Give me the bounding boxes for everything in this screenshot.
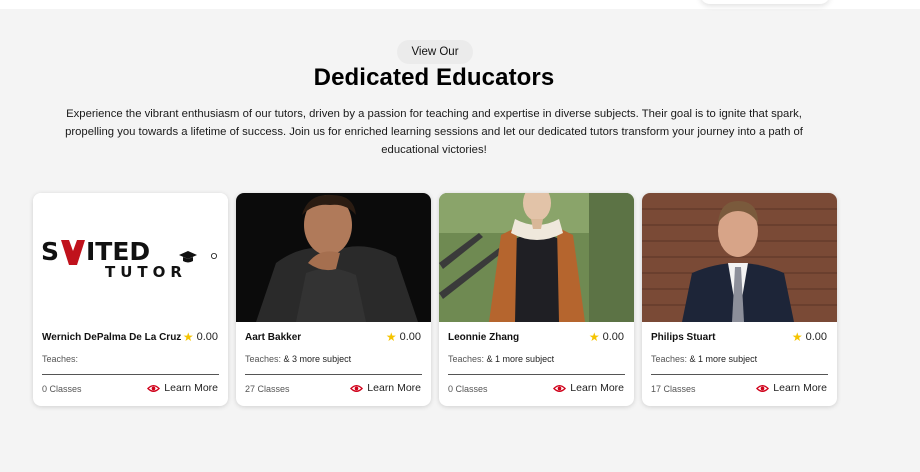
tutor-card[interactable]: Philips Stuart ★ 0.00 Teaches: & 1 more … <box>642 193 837 406</box>
philips-stuart-photo <box>642 193 837 322</box>
teaches-label: Teaches: <box>42 354 79 364</box>
tutor-teaches: Teaches: & 1 more subject <box>651 354 757 364</box>
card-divider <box>448 374 625 375</box>
star-icon: ★ <box>182 330 194 344</box>
tutor-classes: 0 Classes <box>448 384 488 394</box>
tutor-name[interactable]: Philips Stuart <box>651 332 715 343</box>
tutor-rating: ★ 0.00 <box>386 331 421 343</box>
section-title: Dedicated Educators <box>313 64 555 91</box>
card-divider <box>42 374 219 375</box>
learn-more-button[interactable]: Learn More <box>553 382 624 394</box>
learn-more-label[interactable]: Learn More <box>570 382 624 394</box>
card-divider <box>245 374 422 375</box>
aart-bakker-photo <box>236 193 431 322</box>
tutor-teaches: Teaches: & 1 more subject <box>448 354 554 364</box>
teaches-label: Teaches: <box>245 354 282 364</box>
header-strip <box>0 0 920 9</box>
eye-icon <box>350 384 364 392</box>
tutor-rating: ★ 0.00 <box>589 331 624 343</box>
tutor-photo[interactable] <box>642 193 837 322</box>
learn-more-label[interactable]: Learn More <box>164 382 218 394</box>
rating-value: 0.00 <box>399 331 421 343</box>
suited-tutor-logo-image: S ITED TUTOR <box>41 237 217 281</box>
rating-value: 0.00 <box>602 331 624 343</box>
learn-more-label[interactable]: Learn More <box>367 382 421 394</box>
teaches-more: & 3 more subject <box>283 354 352 364</box>
tutor-classes: 17 Classes <box>651 384 696 394</box>
svg-text:S: S <box>41 237 59 266</box>
tutor-rating: ★ 0.00 <box>792 331 827 343</box>
svg-text:ITED: ITED <box>86 237 150 266</box>
eye-icon <box>553 384 567 392</box>
rating-value: 0.00 <box>196 331 218 343</box>
tutor-name[interactable]: Aart Bakker <box>245 332 301 343</box>
graduation-cap-icon <box>179 251 197 263</box>
star-icon: ★ <box>588 330 600 344</box>
eye-icon <box>147 384 161 392</box>
tutor-card[interactable]: Leonnie Zhang ★ 0.00 Teaches: & 1 more s… <box>439 193 634 406</box>
tutor-name[interactable]: Wernich DePalma De La Cruz <box>42 332 181 343</box>
tutor-rating: ★ 0.00 <box>183 331 218 343</box>
teaches-more: & 1 more subject <box>689 354 758 364</box>
card-divider <box>651 374 828 375</box>
learn-more-label[interactable]: Learn More <box>773 382 827 394</box>
tutor-classes: 0 Classes <box>42 384 82 394</box>
tutor-photo[interactable]: S ITED TUTOR <box>33 193 228 322</box>
svg-text:TUTOR: TUTOR <box>105 263 187 281</box>
star-icon: ★ <box>385 330 397 344</box>
teaches-more: & 1 more subject <box>486 354 555 364</box>
tutor-photo[interactable] <box>236 193 431 322</box>
section-eyebrow: View Our <box>397 40 473 64</box>
tutor-photo[interactable] <box>439 193 634 322</box>
tutor-card[interactable]: S ITED TUTOR Wernich DePalma De La Cruz … <box>33 193 228 406</box>
teaches-label: Teaches: <box>651 354 688 364</box>
section-intro: Experience the vibrant enthusiasm of our… <box>65 108 803 156</box>
tutor-card[interactable]: Aart Bakker ★ 0.00 Teaches: & 3 more sub… <box>236 193 431 406</box>
rating-value: 0.00 <box>805 331 827 343</box>
tutor-teaches: Teaches: <box>42 354 78 364</box>
tutor-classes: 27 Classes <box>245 384 290 394</box>
tutor-name[interactable]: Leonnie Zhang <box>448 332 519 343</box>
header-shadow <box>700 0 830 4</box>
eye-icon <box>756 384 770 392</box>
suited-tutor-logo: S ITED TUTOR <box>33 193 228 322</box>
leonnie-zhang-photo <box>439 193 634 322</box>
tutor-teaches: Teaches: & 3 more subject <box>245 354 351 364</box>
star-icon: ★ <box>791 330 803 344</box>
learn-more-button[interactable]: Learn More <box>756 382 827 394</box>
learn-more-button[interactable]: Learn More <box>350 382 421 394</box>
learn-more-button[interactable]: Learn More <box>147 382 218 394</box>
teaches-label: Teaches: <box>448 354 485 364</box>
